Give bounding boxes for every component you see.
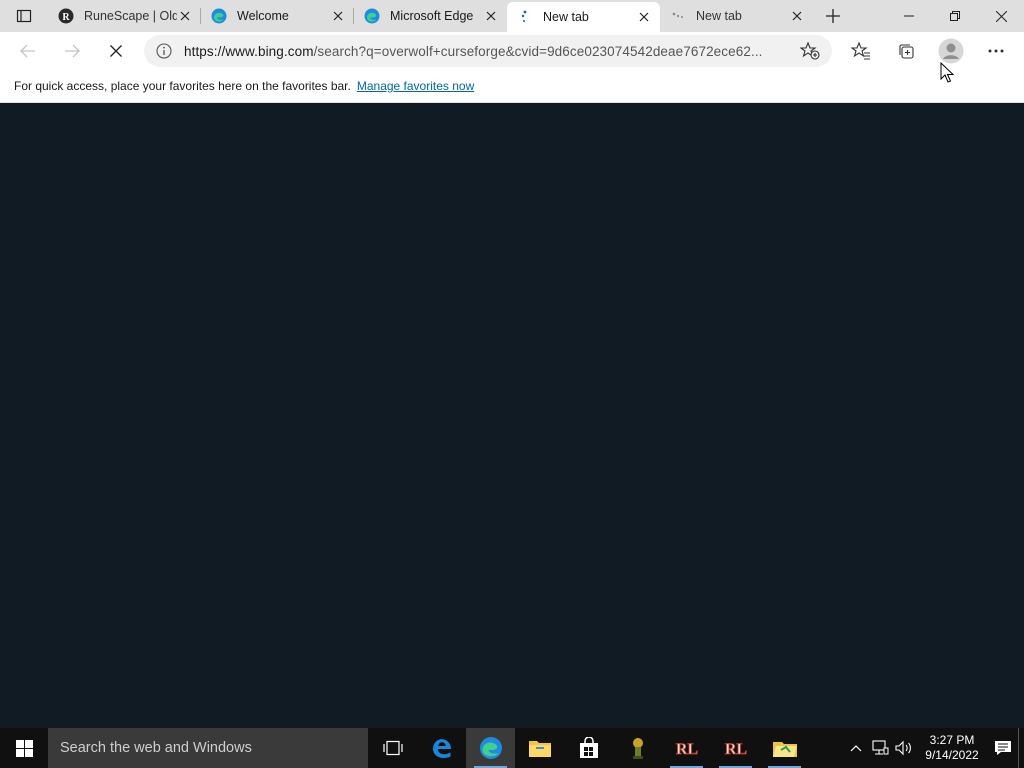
loading-icon bbox=[670, 8, 686, 24]
action-center-button[interactable] bbox=[988, 728, 1018, 768]
plus-icon bbox=[826, 9, 840, 23]
window-controls bbox=[886, 0, 1024, 32]
taskbar-folder[interactable] bbox=[760, 728, 809, 768]
toolbar-right bbox=[838, 32, 1018, 70]
tab-title: New tab bbox=[543, 10, 589, 24]
favorites-bar: For quick access, place your favorites h… bbox=[0, 70, 1024, 103]
folder-icon bbox=[772, 742, 797, 757]
task-view-button[interactable] bbox=[368, 728, 417, 768]
restore-icon bbox=[950, 11, 960, 21]
tab-strip: R RuneScape | Old School Welcome Microso… bbox=[0, 0, 1024, 32]
svg-text:RL: RL bbox=[675, 741, 697, 758]
tab-microsoft-edge[interactable]: Microsoft Edge bbox=[354, 0, 507, 32]
edge-icon bbox=[211, 8, 227, 24]
edge-legacy-icon bbox=[432, 739, 451, 758]
tab-welcome[interactable]: Welcome bbox=[201, 0, 354, 32]
url-host: https://www.bing.com bbox=[184, 43, 314, 59]
runelite-icon: RL bbox=[675, 741, 698, 759]
taskbar-runescape-launcher[interactable] bbox=[613, 728, 662, 768]
tab-runescape[interactable]: R RuneScape | Old School bbox=[48, 0, 201, 32]
close-window-button[interactable] bbox=[978, 0, 1024, 32]
tab-title: Welcome bbox=[237, 9, 289, 23]
minimize-button[interactable] bbox=[886, 0, 932, 32]
favorites-icon bbox=[850, 42, 870, 60]
settings-more-button[interactable] bbox=[973, 32, 1018, 70]
tab-title: New tab bbox=[696, 9, 742, 23]
stop-loading-button[interactable] bbox=[94, 32, 138, 70]
collections-icon bbox=[898, 44, 914, 59]
tab-new-tab-active[interactable]: New tab bbox=[507, 2, 660, 32]
taskbar-runelite-2[interactable]: RL bbox=[711, 728, 760, 768]
url-text[interactable]: https://www.bing.com/search?q=overwolf+c… bbox=[184, 44, 788, 59]
chevron-up-icon bbox=[850, 745, 862, 752]
edge-icon bbox=[479, 737, 502, 759]
more-dots-icon bbox=[988, 49, 1003, 53]
close-tab-icon[interactable] bbox=[789, 8, 805, 24]
taskbar-edge-legacy[interactable] bbox=[417, 728, 466, 768]
back-arrow-icon bbox=[20, 44, 35, 58]
tab-actions-button[interactable] bbox=[0, 0, 48, 32]
show-hidden-icons-button[interactable] bbox=[844, 728, 868, 768]
taskbar-edge[interactable] bbox=[466, 728, 515, 768]
network-status[interactable] bbox=[868, 728, 892, 768]
avatar-icon bbox=[938, 38, 963, 64]
store-icon bbox=[579, 737, 598, 758]
notification-icon bbox=[995, 741, 1011, 755]
clock-date: 9/14/2022 bbox=[925, 748, 979, 762]
taskbar-store[interactable] bbox=[564, 728, 613, 768]
close-tab-icon[interactable] bbox=[177, 8, 193, 24]
loading-icon bbox=[517, 9, 533, 25]
tab-actions-icon bbox=[16, 9, 32, 23]
windows-logo-icon bbox=[15, 739, 33, 757]
back-button[interactable] bbox=[6, 32, 50, 70]
minimize-icon bbox=[904, 15, 914, 17]
page-content[interactable] bbox=[0, 103, 1024, 728]
runescape-launcher-icon bbox=[632, 738, 643, 759]
svg-text:RL: RL bbox=[724, 741, 746, 758]
speaker-icon bbox=[895, 740, 911, 756]
tab-title: Microsoft Edge bbox=[390, 9, 474, 23]
forward-button[interactable] bbox=[50, 32, 94, 70]
new-tab-button[interactable] bbox=[817, 0, 849, 32]
mouse-cursor-icon bbox=[940, 62, 954, 83]
system-tray: 3:27 PM 9/14/2022 bbox=[844, 728, 1024, 768]
start-button[interactable] bbox=[0, 728, 48, 768]
close-tab-icon[interactable] bbox=[330, 8, 346, 24]
close-tab-icon[interactable] bbox=[636, 9, 652, 25]
manage-favorites-link[interactable]: Manage favorites now bbox=[357, 79, 474, 93]
show-desktop-button[interactable] bbox=[1018, 728, 1024, 768]
taskbar-search-box[interactable]: Search the web and Windows bbox=[48, 728, 368, 768]
collections-button[interactable] bbox=[883, 32, 928, 70]
svg-text:R: R bbox=[62, 12, 70, 23]
restore-button[interactable] bbox=[932, 0, 978, 32]
taskbar-search-placeholder: Search the web and Windows bbox=[60, 740, 252, 756]
network-icon bbox=[872, 740, 889, 755]
favorites-button[interactable] bbox=[838, 32, 883, 70]
tab-new-tab[interactable]: New tab bbox=[660, 0, 813, 32]
tab-title: RuneScape | Old School bbox=[84, 9, 177, 23]
edge-icon bbox=[364, 8, 380, 24]
close-icon bbox=[995, 10, 1007, 22]
address-bar[interactable]: https://www.bing.com/search?q=overwolf+c… bbox=[144, 35, 832, 67]
site-info-icon[interactable] bbox=[144, 43, 184, 59]
add-favorite-button[interactable] bbox=[788, 42, 832, 60]
taskbar: Search the web and Windows RL RL 3:27 PM… bbox=[0, 728, 1024, 768]
clock-time: 3:27 PM bbox=[929, 733, 975, 747]
volume-control[interactable] bbox=[892, 728, 916, 768]
star-add-icon bbox=[800, 42, 820, 60]
taskbar-file-explorer[interactable] bbox=[515, 728, 564, 768]
forward-arrow-icon bbox=[65, 44, 80, 58]
favorites-bar-message: For quick access, place your favorites h… bbox=[14, 79, 351, 93]
navigation-toolbar: https://www.bing.com/search?q=overwolf+c… bbox=[0, 32, 1024, 70]
close-tab-icon[interactable] bbox=[483, 8, 499, 24]
task-view-icon bbox=[382, 740, 403, 756]
runelite-icon: RL bbox=[724, 741, 747, 759]
url-path: /search?q=overwolf+curseforge&cvid=9d6ce… bbox=[313, 43, 763, 59]
taskbar-runelite-1[interactable]: RL bbox=[662, 728, 711, 768]
taskbar-clock[interactable]: 3:27 PM 9/14/2022 bbox=[916, 733, 988, 763]
runescape-icon: R bbox=[58, 8, 74, 24]
file-explorer-icon bbox=[528, 741, 551, 757]
stop-icon bbox=[110, 45, 122, 57]
